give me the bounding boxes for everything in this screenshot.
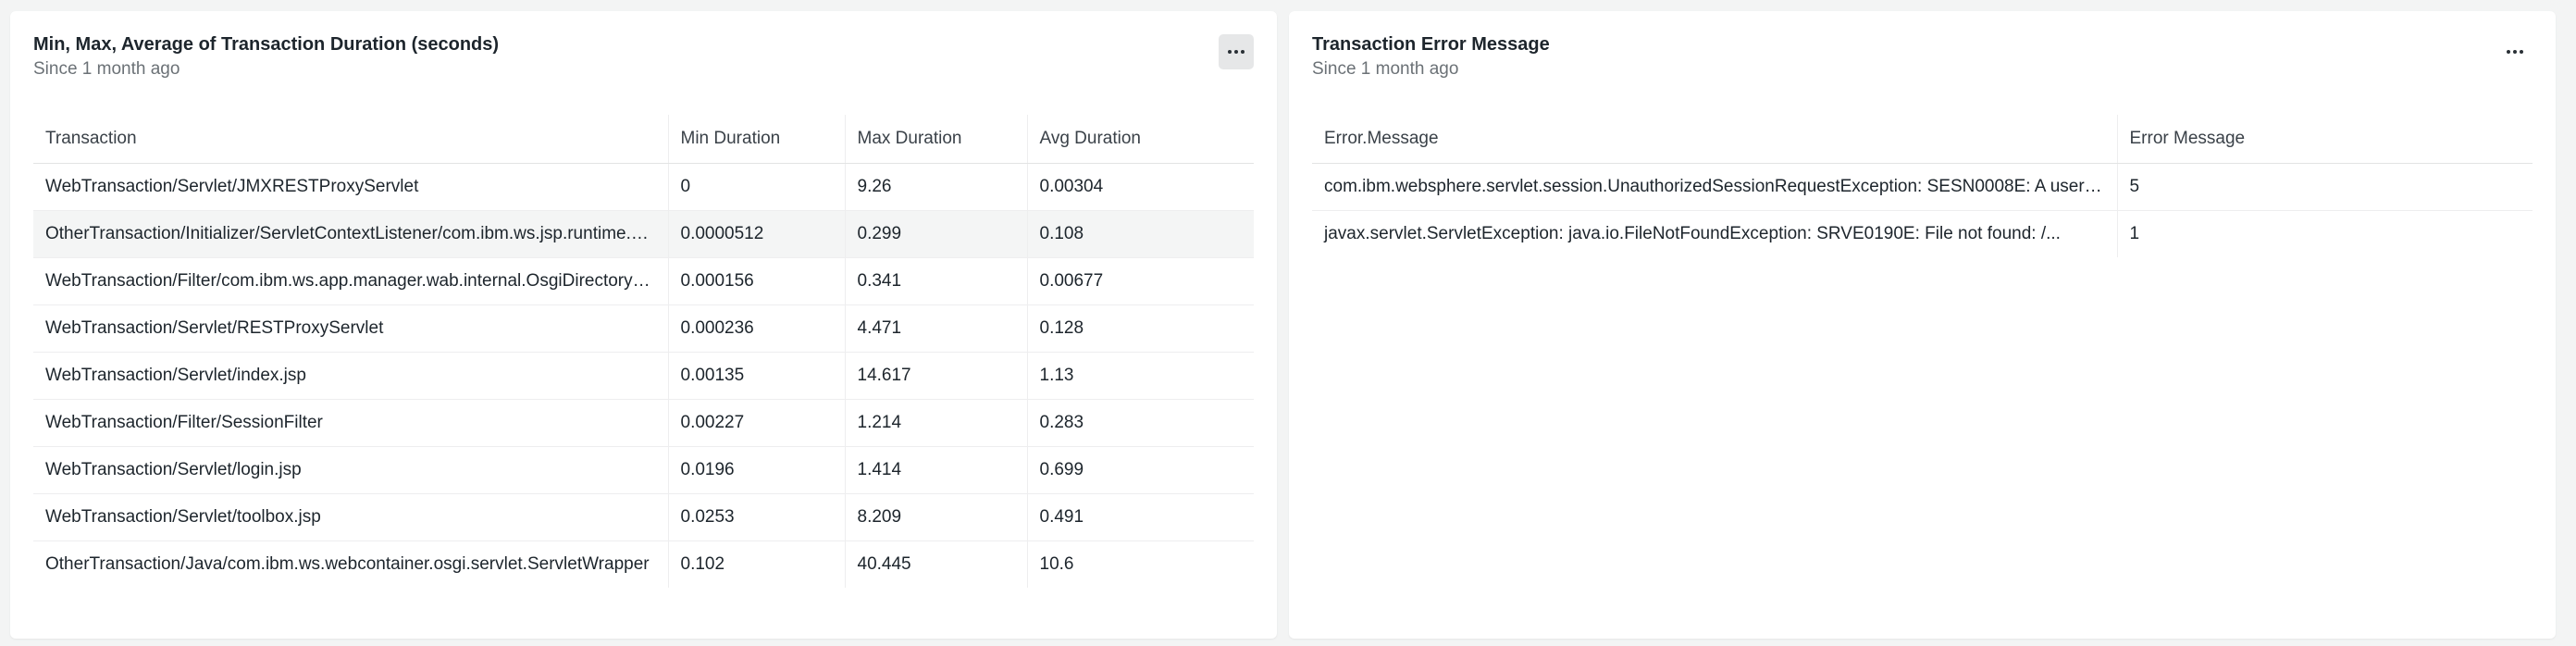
cell-avg-duration: 0.699: [1026, 446, 1254, 494]
cell-min-duration: 0.0196: [667, 446, 845, 494]
cell-avg-duration: 0.108: [1026, 210, 1254, 258]
cell-min-duration: 0.102: [667, 540, 845, 588]
more-horizontal-icon: [2507, 50, 2523, 54]
column-header-max-duration[interactable]: Max Duration: [844, 115, 1027, 164]
cell-max-duration: 14.617: [844, 352, 1027, 400]
widget-menu-button[interactable]: [1219, 34, 1254, 69]
cell-min-duration: 0.0000512: [667, 210, 845, 258]
cell-transaction: WebTransaction/Filter/SessionFilter: [33, 399, 668, 447]
cell-max-duration: 9.26: [844, 163, 1027, 211]
table-row[interactable]: WebTransaction/Filter/com.ibm.ws.app.man…: [33, 257, 1254, 305]
cell-min-duration: 0.0253: [667, 493, 845, 541]
cell-max-duration: 40.445: [844, 540, 1027, 588]
column-header-error-count[interactable]: Error Message: [2116, 115, 2533, 164]
cell-max-duration: 4.471: [844, 304, 1027, 353]
table-row[interactable]: WebTransaction/Servlet/toolbox.jsp 0.025…: [33, 493, 1254, 541]
cell-max-duration: 0.341: [844, 257, 1027, 305]
table-row[interactable]: WebTransaction/Servlet/login.jsp 0.0196 …: [33, 446, 1254, 494]
cell-avg-duration: 0.128: [1026, 304, 1254, 353]
cell-min-duration: 0.000236: [667, 304, 845, 353]
cell-transaction: WebTransaction/Servlet/JMXRESTProxyServl…: [33, 163, 668, 211]
cell-transaction: OtherTransaction/Java/com.ibm.ws.webcont…: [45, 553, 650, 574]
cell-max-duration: 1.214: [844, 399, 1027, 447]
cell-transaction: WebTransaction/Servlet/toolbox.jsp: [33, 493, 668, 541]
column-header-error-message[interactable]: Error.Message: [1312, 115, 2117, 164]
cell-transaction: WebTransaction/Servlet/index.jsp: [33, 352, 668, 400]
cell-avg-duration: 0.00677: [1026, 257, 1254, 305]
table-row[interactable]: WebTransaction/Servlet/index.jsp 0.00135…: [33, 352, 1254, 400]
table-row[interactable]: OtherTransaction/Initializer/ServletCont…: [33, 210, 1254, 258]
table-header-row: Error.Message Error Message: [1312, 115, 2533, 164]
cell-avg-duration: 0.491: [1026, 493, 1254, 541]
cell-min-duration: 0.00135: [667, 352, 845, 400]
cell-max-duration: 0.299: [844, 210, 1027, 258]
duration-widget: Min, Max, Average of Transaction Duratio…: [10, 11, 1277, 639]
table-row[interactable]: javax.servlet.ServletException: java.io.…: [1312, 210, 2533, 257]
cell-max-duration: 8.209: [844, 493, 1027, 541]
column-header-avg-duration[interactable]: Avg Duration: [1026, 115, 1254, 164]
table-header-row: Transaction Min Duration Max Duration Av…: [33, 115, 1254, 164]
widget-subtitle: Since 1 month ago: [33, 59, 180, 79]
cell-max-duration: 1.414: [844, 446, 1027, 494]
cell-transaction: WebTransaction/Servlet/RESTProxyServlet: [33, 304, 668, 353]
cell-avg-duration: 0.283: [1026, 399, 1254, 447]
widget-menu-button[interactable]: [2497, 34, 2533, 69]
column-header-min-duration[interactable]: Min Duration: [667, 115, 845, 164]
cell-min-duration: 0.000156: [667, 257, 845, 305]
widget-title: Transaction Error Message: [1312, 34, 1550, 55]
column-header-transaction[interactable]: Transaction: [33, 115, 668, 164]
cell-min-duration: 0.00227: [667, 399, 845, 447]
cell-transaction: WebTransaction/Servlet/login.jsp: [33, 446, 668, 494]
cell-avg-duration: 10.6: [1026, 540, 1254, 588]
cell-error-message: javax.servlet.ServletException: java.io.…: [1324, 223, 2061, 243]
widget-title: Min, Max, Average of Transaction Duratio…: [33, 34, 500, 55]
duration-table: Transaction Min Duration Max Duration Av…: [33, 115, 1254, 588]
cell-avg-duration: 0.00304: [1026, 163, 1254, 211]
cell-error-count: 5: [2116, 163, 2533, 211]
cell-min-duration: 0: [667, 163, 845, 211]
cell-transaction: OtherTransaction/Initializer/ServletCont…: [33, 210, 668, 258]
cell-error-count: 1: [2116, 210, 2533, 257]
table-row[interactable]: WebTransaction/Filter/SessionFilter 0.00…: [33, 399, 1254, 447]
error-table: Error.Message Error Message com.ibm.webs…: [1312, 115, 2533, 257]
table-row[interactable]: com.ibm.websphere.servlet.session.Unauth…: [1312, 163, 2533, 211]
widget-subtitle: Since 1 month ago: [1312, 59, 1459, 79]
more-horizontal-icon: [1228, 50, 1245, 54]
cell-avg-duration: 1.13: [1026, 352, 1254, 400]
table-row[interactable]: WebTransaction/Servlet/JMXRESTProxyServl…: [33, 163, 1254, 211]
cell-transaction: WebTransaction/Filter/com.ibm.ws.app.man…: [33, 257, 668, 305]
error-widget: Transaction Error Message Since 1 month …: [1289, 11, 2556, 639]
table-row[interactable]: OtherTransaction/Java/com.ibm.ws.webcont…: [33, 540, 1254, 588]
cell-error-message: com.ibm.websphere.servlet.session.Unauth…: [1312, 163, 2117, 211]
table-row[interactable]: WebTransaction/Servlet/RESTProxyServlet …: [33, 304, 1254, 353]
